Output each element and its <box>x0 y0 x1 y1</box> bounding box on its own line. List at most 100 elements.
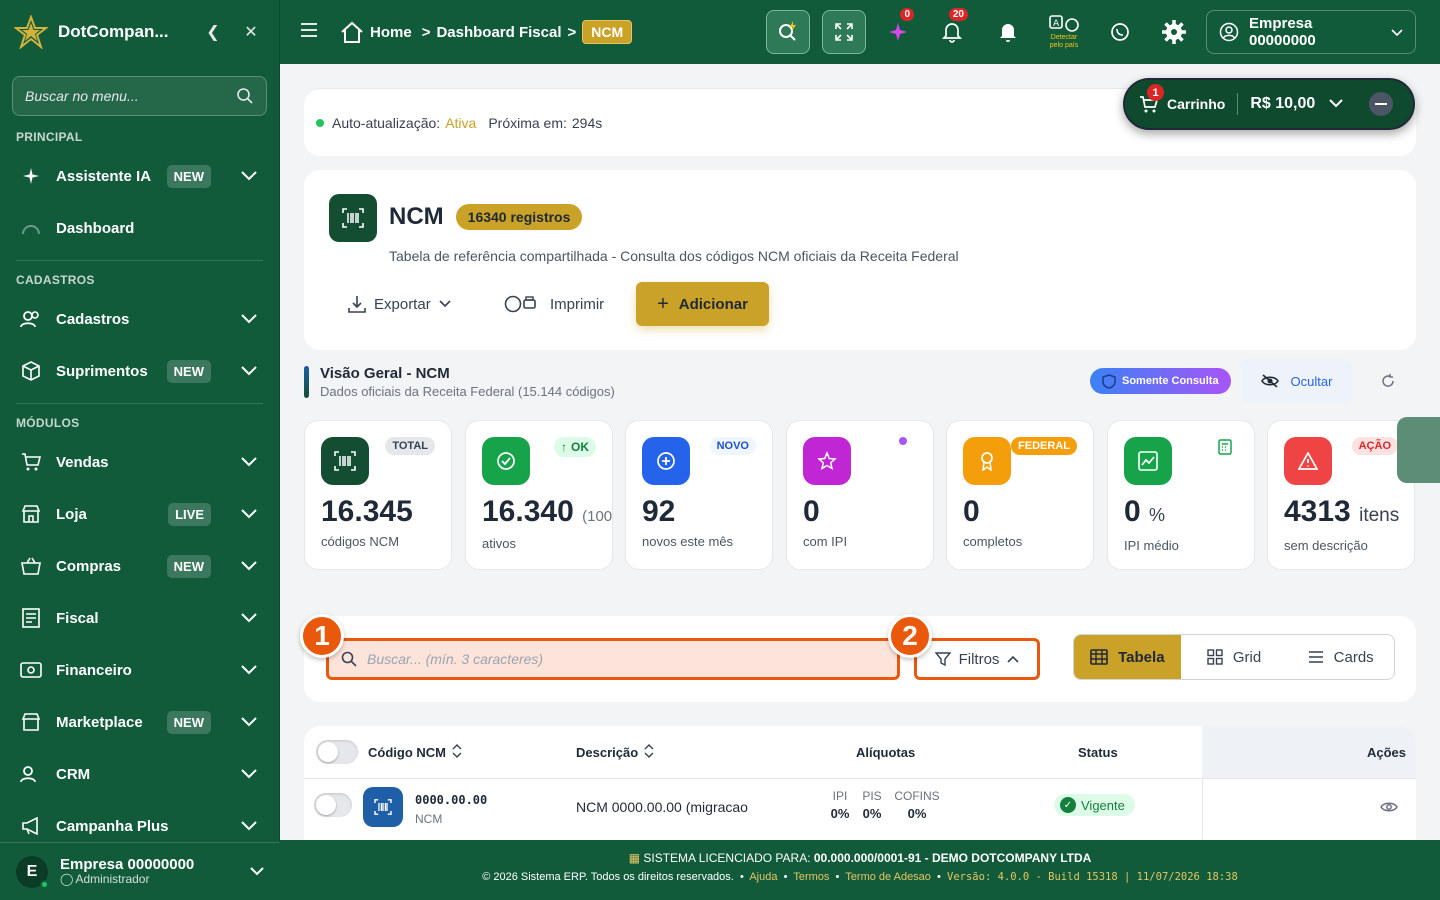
stat-extra: % <box>1149 505 1166 525</box>
adhesion-terms-link[interactable]: Termo de Adesao <box>845 871 931 883</box>
notifications-button[interactable]: 20 <box>930 8 974 54</box>
sidebar-item-fiscal[interactable]: Fiscal <box>0 592 279 644</box>
live-badge: LIVE <box>168 502 211 526</box>
sidebar-item-label: Fiscal <box>56 609 99 627</box>
sidebar-item-loja[interactable]: Loja LIVE <box>0 488 279 540</box>
divider <box>16 403 263 404</box>
close-sidebar-icon[interactable]: ✕ <box>237 22 265 42</box>
overview-accent-bar <box>304 366 309 398</box>
sidebar-search-placeholder: Buscar no menu... <box>25 88 139 104</box>
whatsapp-icon <box>1111 23 1129 41</box>
cart-widget[interactable]: 1 Carrinho R$ 10,00 <box>1123 78 1415 130</box>
page-title: NCM <box>389 203 444 230</box>
sidebar-item-dashboard[interactable]: Dashboard <box>0 202 279 254</box>
sidebar-item-crm[interactable]: CRM <box>0 748 279 800</box>
sidebar-item-marketplace[interactable]: Marketplace NEW <box>0 696 279 748</box>
stat-value-row: 16.340 (100%) <box>482 495 612 529</box>
gear-icon <box>1162 20 1186 44</box>
chevron-down-icon <box>239 561 259 571</box>
hide-overview-button[interactable]: Ocultar <box>1241 359 1352 403</box>
search-input[interactable]: Buscar... (mín. 3 caracteres) <box>326 638 900 680</box>
sidebar-item-vendas[interactable]: Vendas <box>0 436 279 488</box>
view-cards-button[interactable]: Cards <box>1287 635 1394 679</box>
sidebar-item-label: Suprimentos <box>56 362 148 380</box>
page-header-card: NCM 16340 registros Tabela de referência… <box>304 170 1416 350</box>
stat-value: 92 <box>642 495 676 528</box>
sidebar-item-label: Loja <box>56 505 87 523</box>
side-panel-toggle[interactable] <box>1397 417 1440 483</box>
add-label: Adicionar <box>678 295 748 313</box>
table-icon <box>1090 649 1108 665</box>
user-menu[interactable]: E Empresa 00000000 ◯ Administrador <box>0 842 280 900</box>
box-icon <box>20 361 42 381</box>
row-select-toggle[interactable] <box>314 793 352 817</box>
whatsapp-button[interactable] <box>1098 10 1142 54</box>
expand-icon <box>835 23 853 41</box>
chevron-down-icon <box>239 366 259 376</box>
refresh-icon[interactable] <box>1380 373 1396 394</box>
view-table-button[interactable]: Tabela <box>1074 635 1181 679</box>
alert-triangle-icon <box>1284 437 1332 485</box>
status-dot <box>899 437 907 445</box>
view-eye-icon[interactable] <box>1380 800 1398 818</box>
cart-icon: 1 <box>1139 84 1164 114</box>
overview-title: Visão Geral - NCM <box>320 365 450 382</box>
print-button[interactable]: Imprimir <box>504 282 604 326</box>
avatar: E <box>16 855 49 889</box>
fullscreen-button[interactable] <box>822 10 866 54</box>
help-link[interactable]: Ajuda <box>749 871 777 883</box>
ncm-code: 0000.00.00 <box>415 793 488 807</box>
settings-button[interactable] <box>1152 10 1196 54</box>
add-button[interactable]: + Adicionar <box>636 282 769 326</box>
alerts-button[interactable] <box>986 10 1030 54</box>
collapse-sidebar-icon[interactable]: ❮ <box>199 22 227 42</box>
view-cards-label: Cards <box>1333 648 1374 666</box>
table-row[interactable]: 0000.00.00 NCM NCM 0000.00.00 (migracao … <box>304 779 1416 839</box>
translate-button[interactable]: A Detectar pelo país <box>1042 10 1086 54</box>
column-header-rates: Alíquotas <box>856 744 916 760</box>
sidebar-search-input[interactable]: Buscar no menu... <box>12 76 267 116</box>
breadcrumb-home[interactable]: Home <box>370 24 412 41</box>
ai-sparkle-button[interactable]: 0 <box>876 8 920 54</box>
minimize-cart-icon[interactable] <box>1369 92 1394 116</box>
arrow-up-icon: ↑ <box>561 440 567 454</box>
view-grid-button[interactable]: Grid <box>1181 635 1288 679</box>
filters-label: Filtros <box>958 650 1000 668</box>
terms-link[interactable]: Termos <box>793 871 829 883</box>
footer: ▦ SISTEMA LICENCIADO PARA: 00.000.000/00… <box>280 840 1440 900</box>
auto-refresh-status: Ativa <box>445 114 477 131</box>
rate-pis: PIS 0% <box>858 789 886 821</box>
star-logo-icon <box>14 15 48 49</box>
select-all-toggle[interactable] <box>316 740 358 764</box>
sidebar-item-suprimentos[interactable]: Suprimentos NEW <box>0 345 279 397</box>
company-selector[interactable]: Empresa 00000000 <box>1206 10 1416 54</box>
actions-cell-bg <box>1202 779 1203 839</box>
annotation-marker-1: 1 <box>300 614 344 658</box>
breadcrumb-parent[interactable]: Dashboard Fiscal <box>436 24 561 41</box>
sidebar-item-label: CRM <box>56 765 91 783</box>
new-badge: NEW <box>166 554 211 578</box>
sidebar-item-label: Financeiro <box>56 661 132 679</box>
chevron-down-icon[interactable] <box>1329 95 1343 113</box>
download-icon <box>348 296 366 313</box>
quick-search-button[interactable] <box>766 10 810 54</box>
sidebar-item-label: Assistente IA <box>56 167 152 185</box>
export-button[interactable]: Exportar <box>348 282 451 326</box>
rate-label: PIS <box>862 789 882 803</box>
sidebar-item-assistente-ia[interactable]: Assistente IA NEW <box>0 150 279 202</box>
column-header-desc[interactable]: Descrição <box>576 726 654 778</box>
overview-header: Visão Geral - NCM Dados oficiais da Rece… <box>304 359 1416 404</box>
store-icon <box>20 504 42 524</box>
sidebar-item-financeiro[interactable]: Financeiro <box>0 644 279 696</box>
stat-value: 16.340 <box>482 495 574 528</box>
filters-button[interactable]: Filtros <box>914 638 1040 680</box>
stat-tag: NOVO <box>709 437 756 455</box>
menu-icon[interactable] <box>300 22 318 42</box>
sidebar-item-cadastros[interactable]: Cadastros <box>0 293 279 345</box>
topbar: Home > Dashboard Fiscal > NCM 0 20 A Det… <box>280 0 1440 64</box>
shield-icon <box>1102 373 1116 389</box>
document-icon <box>20 608 42 628</box>
stat-label: sem descrição <box>1284 538 1368 553</box>
sidebar-item-compras[interactable]: Compras NEW <box>0 540 279 592</box>
column-header-code[interactable]: Código NCM <box>316 726 462 778</box>
